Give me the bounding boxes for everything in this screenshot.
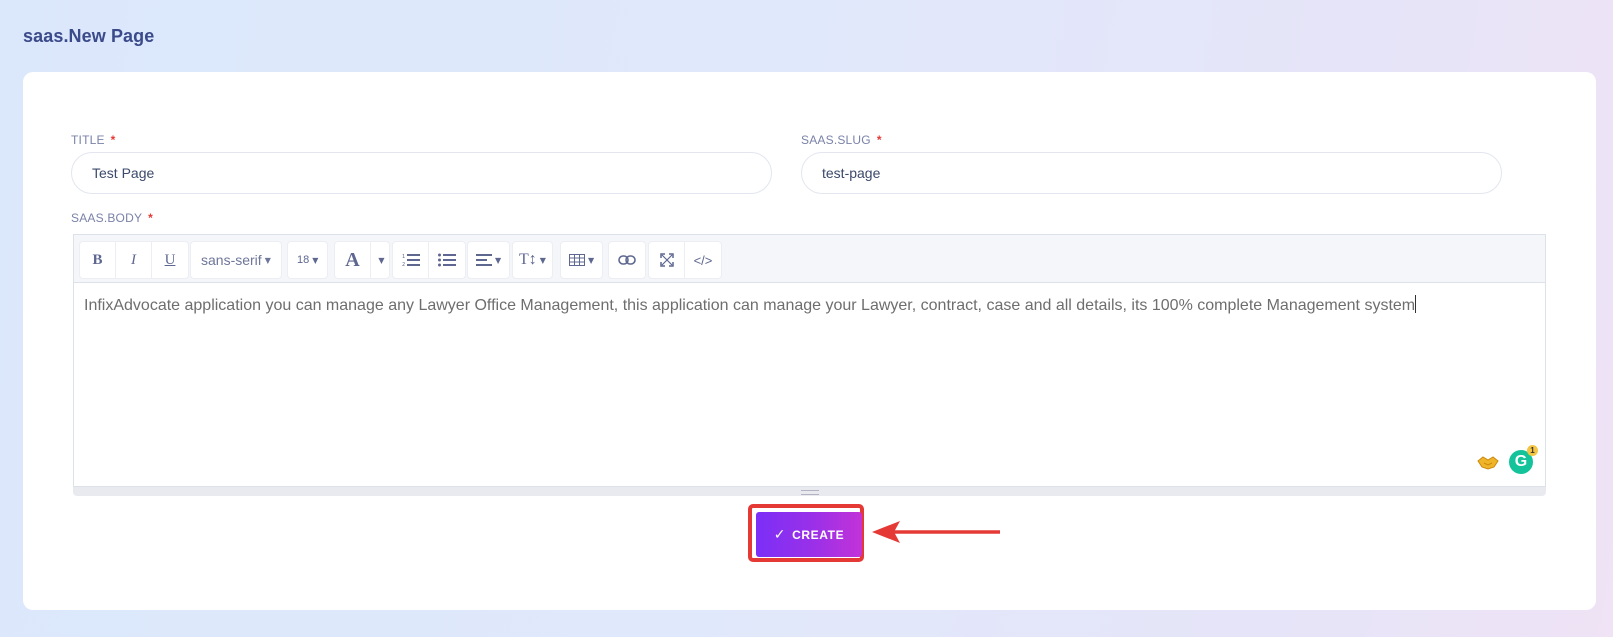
list-group: 1 2 [392,241,466,279]
font-color-button[interactable]: A [335,242,371,278]
slug-input[interactable] [801,152,1502,194]
editor-resize-handle[interactable] [73,487,1546,496]
caret-down-icon: ▼ [495,255,502,265]
style-group: B I U [79,241,189,279]
font-family-group: sans-serif ▼ [190,241,282,279]
ordered-list-icon[interactable]: 1 2 [393,242,429,278]
rich-text-editor: B I U sans-serif ▼ 18 ▼ A ▼ 1 2 ▼ T↕ ▼ ▼… [73,234,1546,487]
underline-button[interactable]: U [152,242,188,278]
editor-content[interactable]: InfixAdvocate application you can manage… [74,282,1545,486]
title-label: TITLE * [71,133,116,147]
fullscreen-button[interactable] [649,242,685,278]
slug-label: SAAS.SLUG * [801,133,882,147]
editor-toolbar: B I U sans-serif ▼ 18 ▼ A ▼ 1 2 ▼ T↕ ▼ ▼… [74,235,1545,283]
svg-text:2: 2 [402,262,405,267]
arrow-pointer-icon [872,521,1000,543]
table-dropdown[interactable]: ▼ [561,242,602,278]
link-icon [618,255,636,265]
align-dropdown[interactable]: ▼ [468,242,509,278]
color-dropdown[interactable]: ▼ [371,242,389,278]
required-mark: * [876,133,882,147]
line-height-dropdown[interactable]: T↕ ▼ [513,242,552,278]
svg-text:1: 1 [402,254,405,260]
align-icon [476,254,492,266]
caret-down-icon: ▼ [539,255,546,265]
unordered-list-icon[interactable] [429,242,465,278]
paragraph-group: ▼ [467,241,511,279]
insert-group [608,241,646,279]
table-icon [569,254,585,266]
font-family-dropdown[interactable]: sans-serif ▼ [191,242,281,278]
view-group: </> [648,241,722,279]
caret-down-icon: ▼ [588,255,595,265]
check-icon: ✓ [773,526,787,542]
color-group: A ▼ [334,241,390,279]
unordered-list-icon [438,253,456,267]
handshake-icon[interactable] [1477,454,1499,470]
caret-down-icon: ▼ [264,255,271,265]
notification-badge: 1 [1527,445,1538,456]
text-cursor [1415,295,1417,313]
body-label: SAAS.BODY * [71,211,154,225]
bold-button[interactable]: B [80,242,116,278]
code-view-button[interactable]: </> [685,242,721,278]
create-button[interactable]: ✓ CREATE [756,512,862,557]
fullscreen-icon [659,253,674,267]
caret-down-icon: ▼ [312,255,319,265]
font-size-group: 18 ▼ [287,241,329,279]
font-size-dropdown[interactable]: 18 ▼ [288,242,327,278]
title-input[interactable] [71,152,772,194]
required-mark: * [110,133,116,147]
table-group: ▼ [560,241,604,279]
height-group: T↕ ▼ [512,241,553,279]
page-title: saas.New Page [23,26,155,46]
grammarly-icon[interactable]: G 1 [1509,445,1538,474]
ordered-list-icon: 1 2 [402,254,420,267]
italic-button[interactable]: I [116,242,152,278]
link-button[interactable] [609,242,645,278]
caret-down-icon: ▼ [378,255,385,265]
grip-icon [800,490,819,495]
required-mark: * [148,211,154,225]
